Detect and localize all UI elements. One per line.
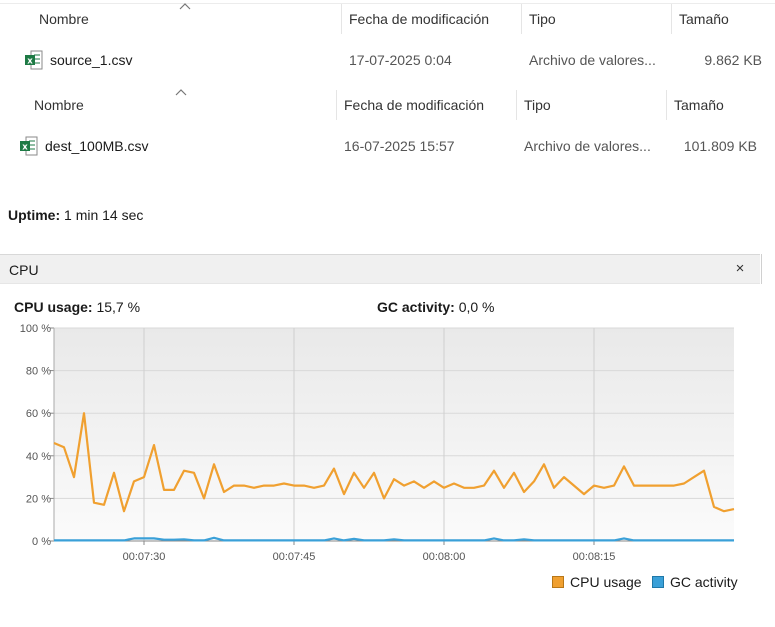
excel-csv-file-icon: x bbox=[20, 136, 38, 156]
sort-ascending-icon[interactable] bbox=[175, 88, 187, 96]
uptime-readout: Uptime: 1 min 14 sec bbox=[8, 207, 143, 223]
uptime-value: 1 min 14 sec bbox=[64, 207, 144, 223]
x-tick-label: 00:08:15 bbox=[573, 551, 616, 563]
file-type: Archivo de valores... bbox=[524, 138, 651, 154]
svg-text:x: x bbox=[22, 142, 28, 152]
cpu-usage-label: CPU usage: bbox=[14, 299, 93, 315]
column-header-type[interactable]: Tipo bbox=[524, 86, 551, 124]
panel-divider bbox=[761, 254, 762, 284]
close-icon[interactable]: × bbox=[729, 258, 751, 280]
column-header-size[interactable]: Tamaño bbox=[679, 0, 729, 38]
sort-ascending-icon[interactable] bbox=[179, 2, 191, 10]
legend-swatch-gc bbox=[652, 576, 664, 588]
y-tick-label: 40 % bbox=[26, 451, 51, 463]
file-name: source_1.csv bbox=[50, 52, 133, 68]
x-tick-label: 00:07:45 bbox=[273, 551, 316, 563]
legend-label-cpu: CPU usage bbox=[570, 574, 642, 590]
column-header-name[interactable]: Nombre bbox=[39, 0, 89, 38]
cpu-panel-header: CPU × bbox=[0, 254, 760, 284]
legend-item-cpu: CPU usage bbox=[552, 574, 642, 590]
column-separator[interactable] bbox=[341, 4, 342, 34]
column-header-type[interactable]: Tipo bbox=[529, 0, 556, 38]
file-modified-date: 16-07-2025 15:57 bbox=[344, 138, 455, 154]
y-tick-label: 100 % bbox=[20, 323, 51, 335]
y-tick-label: 20 % bbox=[26, 493, 51, 505]
y-tick-label: 60 % bbox=[26, 408, 51, 420]
cpu-usage-readout: CPU usage: 15,7 % bbox=[14, 299, 140, 315]
gc-activity-readout: GC activity: 0,0 % bbox=[377, 299, 495, 315]
file-size: 9.862 KB bbox=[704, 52, 762, 68]
column-header-size[interactable]: Tamaño bbox=[674, 86, 724, 124]
file-size: 101.809 KB bbox=[683, 138, 757, 154]
x-tick-label: 00:07:30 bbox=[123, 551, 166, 563]
legend-swatch-cpu bbox=[552, 576, 564, 588]
legend-item-gc: GC activity bbox=[652, 574, 738, 590]
file-pane-source: Nombre Fecha de modificación Tipo Tamaño… bbox=[0, 0, 775, 88]
y-tick-label: 0 % bbox=[32, 536, 51, 548]
column-separator[interactable] bbox=[516, 90, 517, 120]
column-header-modified[interactable]: Fecha de modificación bbox=[349, 0, 489, 38]
cpu-panel-title: CPU bbox=[9, 262, 39, 278]
file-row[interactable]: x dest_100MB.csv 16-07-2025 15:57 Archiv… bbox=[0, 132, 775, 162]
plot-area bbox=[54, 328, 734, 541]
file-type: Archivo de valores... bbox=[529, 52, 656, 68]
column-header-name[interactable]: Nombre bbox=[34, 86, 84, 124]
column-separator[interactable] bbox=[521, 4, 522, 34]
svg-text:x: x bbox=[27, 56, 33, 66]
file-name: dest_100MB.csv bbox=[45, 138, 149, 154]
column-header-modified[interactable]: Fecha de modificación bbox=[344, 86, 484, 124]
gc-activity-value: 0,0 % bbox=[458, 299, 495, 315]
file-pane-dest: Nombre Fecha de modificación Tipo Tamaño… bbox=[0, 86, 775, 174]
file-modified-date: 17-07-2025 0:04 bbox=[349, 52, 452, 68]
column-separator[interactable] bbox=[666, 90, 667, 120]
column-separator[interactable] bbox=[336, 90, 337, 120]
cpu-usage-value: 15,7 % bbox=[96, 299, 141, 315]
legend-label-gc: GC activity bbox=[670, 574, 738, 590]
y-tick-label: 80 % bbox=[26, 366, 51, 378]
excel-csv-file-icon: x bbox=[25, 50, 43, 70]
uptime-label: Uptime: bbox=[8, 207, 61, 223]
column-separator[interactable] bbox=[671, 4, 672, 34]
gc-activity-label: GC activity: bbox=[377, 299, 455, 315]
x-tick-label: 00:08:00 bbox=[423, 551, 466, 563]
cpu-chart: 100 % 80 % 60 % 40 % 20 % 0 % 00:07:30 00:07:45… bbox=[20, 323, 735, 563]
file-row[interactable]: x source_1.csv 17-07-2025 0:04 Archivo d… bbox=[0, 46, 775, 76]
